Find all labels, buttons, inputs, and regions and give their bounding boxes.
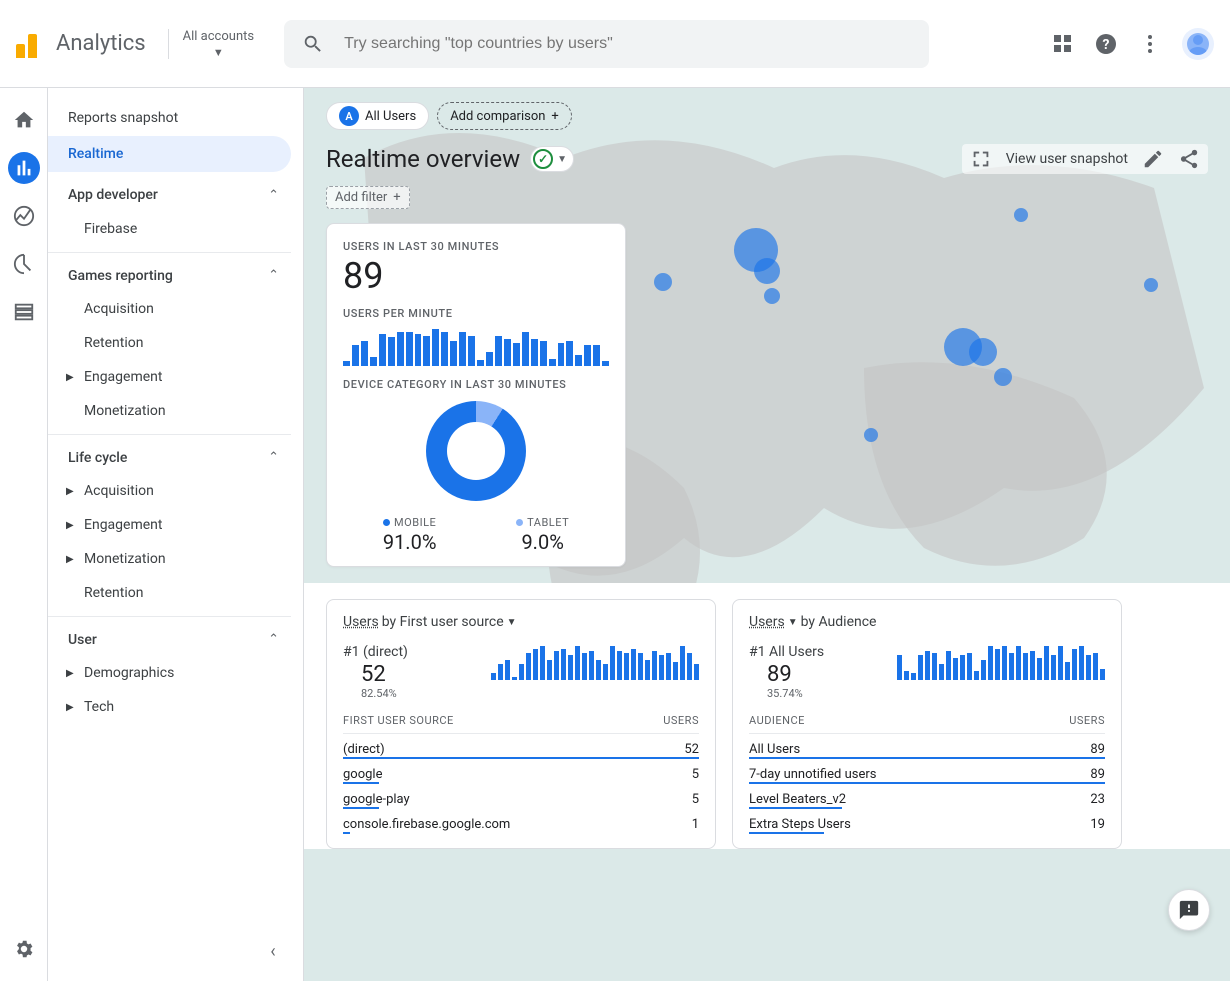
header-actions: ? bbox=[1050, 28, 1214, 60]
rail-reports[interactable] bbox=[8, 152, 40, 184]
tablet-percent: 9.0% bbox=[516, 530, 569, 554]
rail-home[interactable] bbox=[8, 104, 40, 136]
nav-item-firebase[interactable]: Firebase bbox=[48, 212, 291, 246]
chevron-up-icon: ⌃ bbox=[268, 188, 279, 203]
lower-cards-row: Users by First user source ▼ #1 (direct)… bbox=[304, 583, 1230, 849]
source-trend-chart bbox=[491, 644, 699, 680]
help-icon[interactable]: ? bbox=[1094, 32, 1118, 56]
avatar[interactable] bbox=[1182, 28, 1214, 60]
users-30min-label: USERS IN LAST 30 MINUTES bbox=[343, 240, 609, 253]
realtime-overview-card: USERS IN LAST 30 MINUTES 89 USERS PER MI… bbox=[326, 223, 626, 567]
chevron-down-icon: ▼ bbox=[788, 617, 798, 628]
icon-rail bbox=[0, 88, 48, 981]
card-title[interactable]: Users ▼ by Audience bbox=[749, 614, 1105, 630]
nav-item-tech[interactable]: ▶Tech bbox=[48, 690, 291, 724]
caret-right-icon: ▶ bbox=[66, 486, 78, 497]
mobile-percent: 91.0% bbox=[383, 530, 437, 554]
nav-item-retention[interactable]: Retention bbox=[48, 576, 291, 610]
account-selector[interactable]: All accounts ▼ bbox=[168, 29, 268, 59]
caret-right-icon: ▶ bbox=[66, 520, 78, 531]
table-row[interactable]: Extra Steps Users19 bbox=[749, 809, 1105, 834]
segment-all-users[interactable]: A All Users bbox=[326, 102, 429, 130]
caret-right-icon: ▶ bbox=[66, 372, 78, 383]
users-30min-value: 89 bbox=[343, 255, 609, 297]
product-name: Analytics bbox=[56, 31, 146, 56]
device-donut-chart bbox=[343, 401, 609, 501]
svg-text:?: ? bbox=[1103, 37, 1110, 53]
nav-reports-snapshot[interactable]: Reports snapshot bbox=[48, 100, 291, 136]
chevron-up-icon: ⌃ bbox=[268, 450, 279, 465]
search-bar[interactable] bbox=[284, 20, 929, 68]
chevron-up-icon: ⌃ bbox=[268, 632, 279, 647]
rail-configure[interactable] bbox=[8, 296, 40, 328]
customize-icon[interactable] bbox=[1142, 148, 1164, 170]
app-header: Analytics All accounts ▼ ? bbox=[0, 0, 1230, 88]
table-row[interactable]: google-play5 bbox=[343, 784, 699, 809]
logo[interactable]: Analytics bbox=[16, 30, 168, 58]
chevron-down-icon: ▼ bbox=[557, 154, 567, 165]
page-topbar: A All Users Add comparison + Realtime ov… bbox=[304, 88, 1230, 209]
segment-label: All Users bbox=[365, 109, 416, 124]
segment-badge-icon: A bbox=[339, 106, 359, 126]
table-row[interactable]: Level Beaters_v223 bbox=[749, 784, 1105, 809]
collapse-sidebar-button[interactable]: ‹ bbox=[259, 937, 287, 965]
card-first-user-source: Users by First user source ▼ #1 (direct)… bbox=[326, 599, 716, 849]
nav-section-life-cycle[interactable]: Life cycle⌃ bbox=[48, 434, 291, 474]
audience-trend-chart bbox=[897, 644, 1105, 680]
apps-icon[interactable] bbox=[1050, 32, 1074, 56]
nav-item-engagement[interactable]: ▶Engagement bbox=[48, 508, 291, 542]
nav-section-user[interactable]: User⌃ bbox=[48, 616, 291, 656]
chevron-up-icon: ⌃ bbox=[268, 268, 279, 283]
search-icon bbox=[302, 33, 324, 55]
nav-section-games-reporting[interactable]: Games reporting⌃ bbox=[48, 252, 291, 292]
account-label: All accounts bbox=[183, 29, 254, 44]
table-row[interactable]: console.firebase.google.com1 bbox=[343, 809, 699, 834]
plus-icon: + bbox=[393, 190, 400, 205]
table-row[interactable]: google5 bbox=[343, 759, 699, 784]
rank-value: 89 bbox=[767, 662, 824, 687]
table-row[interactable]: (direct)52 bbox=[343, 734, 699, 759]
check-icon: ✓ bbox=[533, 149, 553, 169]
more-icon[interactable] bbox=[1138, 32, 1162, 56]
nav-item-monetization[interactable]: Monetization bbox=[48, 394, 291, 428]
rail-explore[interactable] bbox=[8, 200, 40, 232]
device-category-label: DEVICE CATEGORY IN LAST 30 MINUTES bbox=[343, 378, 609, 391]
table-row[interactable]: 7-day unnotified users89 bbox=[749, 759, 1105, 784]
nav-item-acquisition[interactable]: Acquisition bbox=[48, 292, 291, 326]
main-content: A All Users Add comparison + Realtime ov… bbox=[304, 88, 1230, 981]
rail-admin[interactable] bbox=[8, 933, 40, 965]
feedback-button[interactable] bbox=[1168, 889, 1210, 931]
sidebar: Reports snapshot Realtime App developer⌃… bbox=[48, 88, 304, 981]
fullscreen-icon[interactable] bbox=[970, 148, 992, 170]
users-per-minute-chart bbox=[343, 326, 609, 366]
caret-right-icon: ▶ bbox=[66, 668, 78, 679]
chevron-down-icon: ▼ bbox=[507, 617, 517, 628]
view-user-snapshot-link[interactable]: View user snapshot bbox=[1006, 151, 1128, 167]
nav-section-app-developer[interactable]: App developer⌃ bbox=[48, 172, 291, 212]
page-title: Realtime overview bbox=[326, 145, 520, 173]
card-title[interactable]: Users by First user source ▼ bbox=[343, 614, 699, 630]
rail-advertising[interactable] bbox=[8, 248, 40, 280]
plus-icon: + bbox=[551, 109, 558, 124]
nav-item-acquisition[interactable]: ▶Acquisition bbox=[48, 474, 291, 508]
add-filter-button[interactable]: Add filter + bbox=[326, 186, 410, 209]
caret-right-icon: ▶ bbox=[66, 702, 78, 713]
status-chip[interactable]: ✓ ▼ bbox=[530, 146, 574, 172]
chevron-down-icon: ▼ bbox=[213, 46, 224, 59]
add-comparison-button[interactable]: Add comparison + bbox=[437, 102, 572, 130]
analytics-logo-icon bbox=[16, 30, 44, 58]
rank-value: 52 bbox=[361, 662, 408, 687]
table-row[interactable]: All Users89 bbox=[749, 734, 1105, 759]
nav-item-engagement[interactable]: ▶Engagement bbox=[48, 360, 291, 394]
caret-right-icon: ▶ bbox=[66, 554, 78, 565]
users-per-minute-label: USERS PER MINUTE bbox=[343, 307, 609, 320]
share-icon[interactable] bbox=[1178, 148, 1200, 170]
nav-item-retention[interactable]: Retention bbox=[48, 326, 291, 360]
nav-item-demographics[interactable]: ▶Demographics bbox=[48, 656, 291, 690]
nav-realtime[interactable]: Realtime bbox=[48, 136, 291, 172]
nav-item-monetization[interactable]: ▶Monetization bbox=[48, 542, 291, 576]
card-audience: Users ▼ by Audience #1 All Users 89 35.7… bbox=[732, 599, 1122, 849]
search-input[interactable] bbox=[344, 35, 911, 53]
